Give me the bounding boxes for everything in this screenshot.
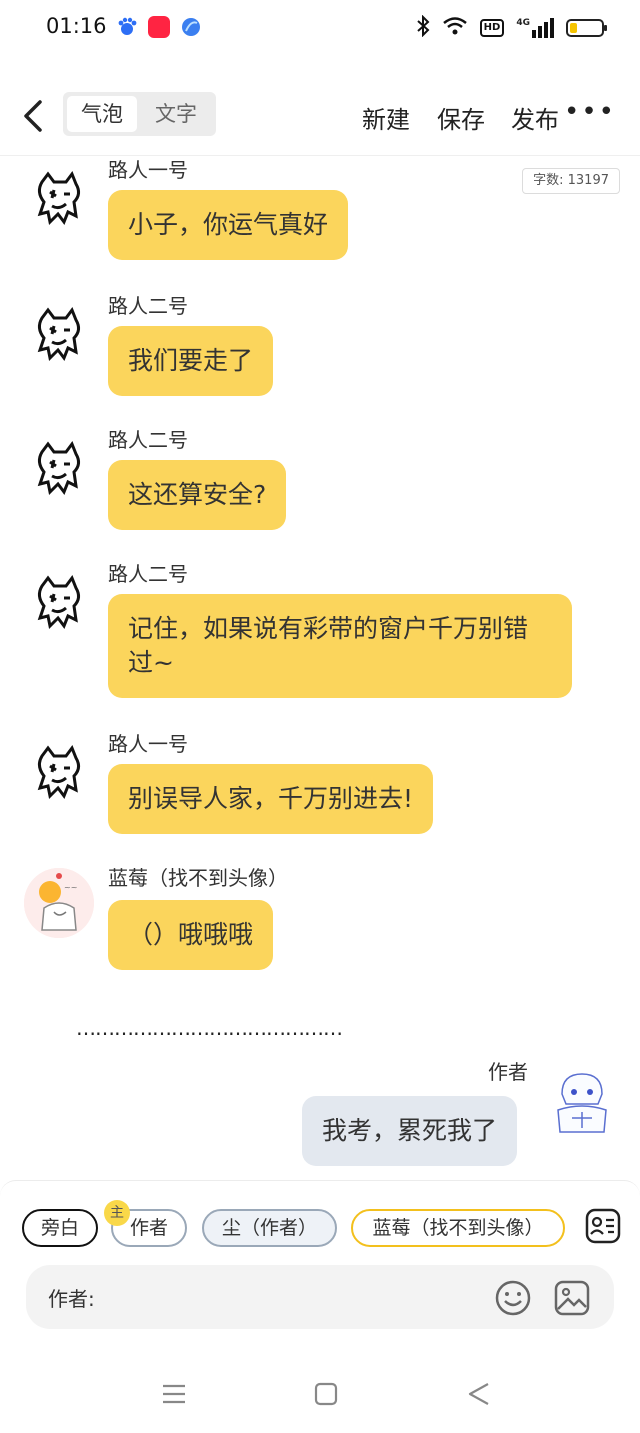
status-time: 01:16 bbox=[46, 14, 107, 38]
message-bubble[interactable]: （）哦哦哦 bbox=[108, 900, 274, 970]
cat-doodle-avatar[interactable] bbox=[28, 304, 90, 366]
message-bubble[interactable]: 我考，累死我了 bbox=[302, 1096, 518, 1166]
anime-avatar[interactable] bbox=[548, 1064, 612, 1136]
network-label: 4G bbox=[516, 18, 530, 28]
message-bubble[interactable]: 我们要走了 bbox=[108, 326, 274, 396]
top-nav-bar: 气泡 文字 新建 保存 发布 ••• bbox=[0, 78, 640, 156]
home-icon[interactable] bbox=[311, 1379, 341, 1409]
main-role-badge: 主 bbox=[104, 1200, 130, 1226]
battery-icon bbox=[566, 19, 607, 37]
hd-badge: HD bbox=[479, 19, 505, 37]
sender-name: 路人一号 bbox=[108, 158, 188, 182]
bottom-input-panel: 旁白 作者 主 尘（作者） 蓝莓（找不到头像） 作者: bbox=[0, 1180, 640, 1355]
tab-bubble[interactable]: 气泡 bbox=[67, 96, 137, 132]
message-input[interactable]: 作者: bbox=[26, 1265, 614, 1329]
role-chip-chen-author[interactable]: 尘（作者） bbox=[202, 1209, 337, 1247]
sketch-avatar[interactable]: ~~ bbox=[24, 868, 94, 938]
role-manage-icon[interactable] bbox=[584, 1207, 622, 1245]
sender-name: 作者 bbox=[488, 1060, 528, 1084]
speaker-label: 作者: bbox=[48, 1287, 95, 1311]
baidu-app-icon bbox=[116, 16, 138, 38]
role-chip-narration[interactable]: 旁白 bbox=[22, 1209, 98, 1247]
message-bubble[interactable]: 别误导人家，千万别进去! bbox=[108, 764, 434, 834]
word-count-badge: 字数: 13197 bbox=[522, 168, 620, 194]
wifi-icon bbox=[442, 16, 468, 40]
publish-button[interactable]: 发布 bbox=[511, 100, 559, 135]
new-button[interactable]: 新建 bbox=[362, 100, 410, 135]
svg-text:~~: ~~ bbox=[64, 883, 77, 892]
browser-app-icon bbox=[180, 16, 202, 38]
recent-apps-icon[interactable] bbox=[159, 1379, 189, 1409]
status-bar: 01:16 HD 4G bbox=[0, 0, 640, 58]
image-icon[interactable] bbox=[553, 1279, 591, 1317]
sender-name: 路人二号 bbox=[108, 428, 188, 452]
message-bubble[interactable]: 这还算安全? bbox=[108, 460, 287, 530]
mode-toggle: 气泡 文字 bbox=[63, 92, 216, 136]
back-triangle-icon[interactable] bbox=[464, 1379, 494, 1409]
divider-ellipsis: …………………………………… bbox=[76, 1016, 343, 1040]
chat-area[interactable]: 路人一号 小子，你运气真好 路人二号 我们要走了 路人二号 这还算安全? 路人二… bbox=[0, 158, 640, 1180]
message-bubble[interactable]: 小子，你运气真好 bbox=[108, 190, 349, 260]
system-nav-bar bbox=[0, 1355, 640, 1433]
emoji-icon[interactable] bbox=[494, 1279, 532, 1317]
more-options-icon[interactable]: ••• bbox=[564, 99, 616, 125]
cat-doodle-avatar[interactable] bbox=[28, 572, 90, 634]
xiaohongshu-app-icon bbox=[148, 16, 170, 38]
role-chip-blueberry[interactable]: 蓝莓（找不到头像） bbox=[351, 1209, 565, 1247]
sender-name: 路人二号 bbox=[108, 562, 188, 586]
back-arrow-icon[interactable] bbox=[18, 96, 50, 136]
sender-name: 蓝莓（找不到头像） bbox=[108, 866, 288, 890]
signal-icon: 4G bbox=[516, 18, 554, 38]
save-button[interactable]: 保存 bbox=[437, 100, 485, 135]
status-indicators: HD 4G bbox=[416, 14, 607, 42]
tab-text[interactable]: 文字 bbox=[141, 96, 211, 132]
cat-doodle-avatar[interactable] bbox=[28, 438, 90, 500]
sender-name: 路人二号 bbox=[108, 294, 188, 318]
sender-name: 路人一号 bbox=[108, 732, 188, 756]
cat-doodle-avatar[interactable] bbox=[28, 168, 90, 230]
cat-doodle-avatar[interactable] bbox=[28, 742, 90, 804]
bluetooth-icon bbox=[416, 14, 430, 42]
message-bubble[interactable]: 记住，如果说有彩带的窗户千万别错过~ bbox=[108, 594, 572, 698]
